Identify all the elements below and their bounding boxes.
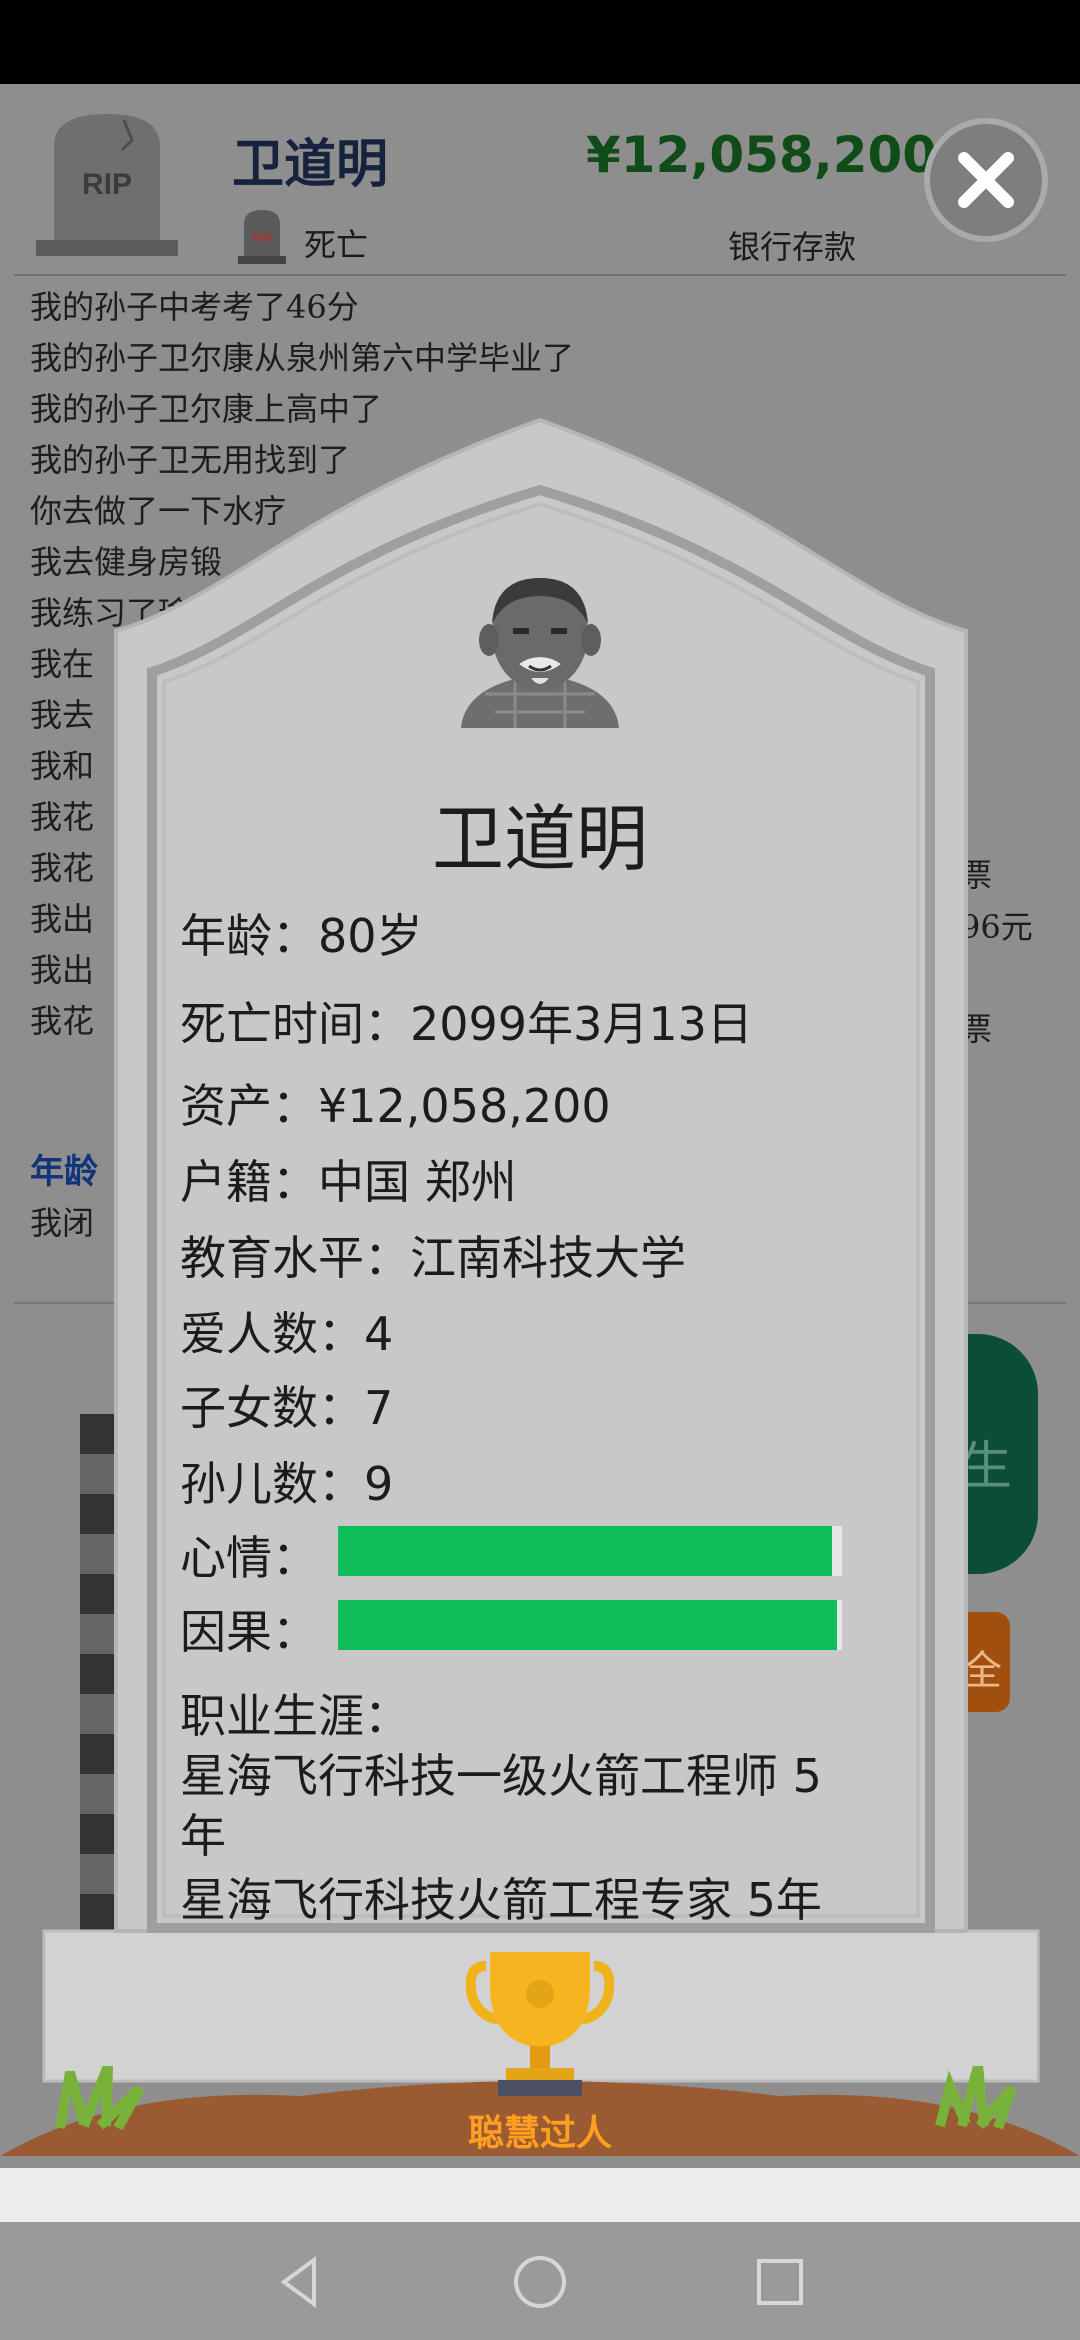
karma-label: 因果：: [180, 1605, 318, 1659]
tombstone-icon: RIP: [36, 114, 178, 256]
rip-label: RIP: [82, 168, 132, 201]
recents-icon[interactable]: [750, 2252, 810, 2312]
hometown-info: 户籍：中国 郑州: [180, 1155, 517, 1209]
karma-bar-fill: [338, 1600, 837, 1650]
close-icon: [958, 152, 1014, 208]
navigation-bar: [0, 2222, 1080, 2340]
trophy-icon: [466, 1952, 614, 2096]
children-info: 子女数：7: [180, 1381, 394, 1435]
header-divider: [14, 274, 1066, 276]
back-icon[interactable]: [270, 2252, 330, 2312]
mood-bar-fill: [338, 1526, 832, 1576]
profile-header: RIP 卫道明 ¥12,058,200 银行存款 RIP 死亡: [0, 84, 1080, 274]
log-line: 我的孙子中考考了46分: [30, 288, 359, 326]
career-section: 职业生涯： 星海飞行科技一级火箭工程师 5年 星海飞行科技火箭工程专家 5年: [180, 1686, 890, 1930]
career-entry: 星海飞行科技一级火箭工程师 5年: [180, 1749, 822, 1863]
deceased-name: 卫道明: [431, 797, 648, 881]
bottom-strip: [0, 2168, 1080, 2222]
home-icon[interactable]: [510, 2252, 570, 2312]
bank-balance: ¥12,058,200: [586, 126, 938, 184]
log-line: 我的孙子卫尔康从泉州第六中学毕业了: [30, 339, 575, 377]
assets-info: 资产：¥12,058,200: [180, 1079, 611, 1133]
bank-balance-label: 银行存款: [728, 228, 857, 266]
svg-text:RIP: RIP: [252, 231, 272, 245]
age-info: 年龄：80岁: [180, 909, 423, 963]
education-info: 教育水平：江南科技大学: [180, 1231, 686, 1285]
small-tombstone-icon: RIP: [238, 210, 286, 264]
spouses-info: 爱人数：4: [180, 1307, 394, 1361]
career-entry: 星海飞行科技火箭工程专家 5年: [180, 1873, 822, 1927]
grandchildren-info: 孙儿数：9: [180, 1457, 394, 1511]
mood-label: 心情：: [180, 1531, 318, 1585]
close-button[interactable]: [924, 118, 1048, 242]
status-bar: [0, 0, 1080, 84]
karma-bar: [338, 1600, 842, 1650]
life-status: 死亡: [304, 226, 369, 264]
player-name: 卫道明: [232, 135, 389, 195]
career-label: 职业生涯：: [180, 1689, 410, 1743]
death-time-info: 死亡时间：2099年3月13日: [180, 997, 753, 1051]
mood-bar: [338, 1526, 842, 1576]
trophy-label: 聪慧过人: [467, 2113, 612, 2154]
avatar-old-man: [461, 578, 619, 728]
